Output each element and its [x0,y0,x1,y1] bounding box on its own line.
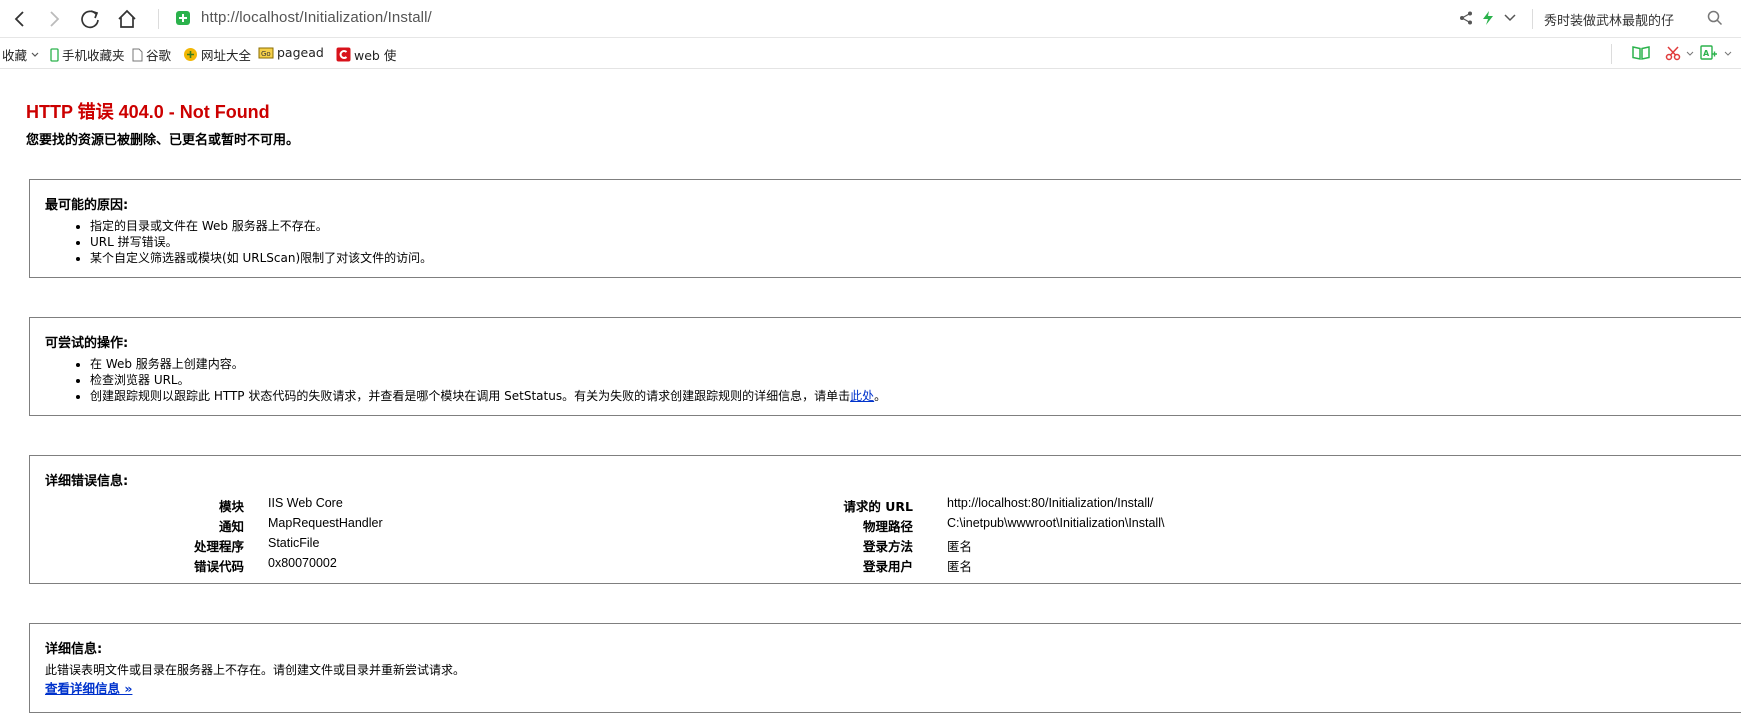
causes-list: 指定的目录或文件在 Web 服务器上不存在。 URL 拼写错误。 某个自定义筛选… [90,218,432,266]
list-item: 指定的目录或文件在 Web 服务器上不存在。 [90,218,432,234]
details-box: 详细错误信息: 模块 IIS Web Core 通知 MapRequestHan… [29,455,1741,584]
detail-row-handler: 处理程序 StaticFile [154,536,319,555]
actions-box: 可尝试的操作: 在 Web 服务器上创建内容。 检查浏览器 URL。 创建跟踪规… [29,317,1741,416]
detail-value: StaticFile [268,536,320,550]
address-bar: http://localhost/Initialization/Install/… [0,0,1741,38]
bookmark-label: 网址大全 [201,48,252,63]
url-input[interactable]: http://localhost/Initialization/Install/ [201,9,432,26]
list-item: 检查浏览器 URL。 [90,372,886,388]
page-icon [132,48,143,61]
chevron-down-icon[interactable] [1503,10,1517,26]
chevron-down-icon[interactable] [1724,51,1732,57]
lightning-icon[interactable] [1481,10,1495,26]
translate-icon[interactable]: A [1700,45,1718,63]
actions-heading: 可尝试的操作: [45,336,129,351]
home-button[interactable] [115,7,139,31]
c-logo-icon [336,47,351,62]
bookmark-favorites[interactable]: 收藏 [2,45,40,64]
detail-label: 物理路径 [862,519,913,534]
detail-label: 登录用户 [862,559,913,574]
chevron-down-icon[interactable] [1686,51,1694,57]
bookmark-label: 谷歌 [146,48,172,63]
reading-mode-icon[interactable] [1632,45,1650,61]
detail-row-module: 模块 IIS Web Core [154,496,343,515]
detail-label: 错误代码 [193,559,244,574]
here-link[interactable]: 此处 [850,389,874,403]
bookmark-pagead[interactable]: Go pagead [258,45,324,60]
globe-icon [184,48,197,61]
list-item: 某个自定义筛选器或模块(如 URLScan)限制了对该文件的访问。 [90,250,432,266]
causes-box: 最可能的原因: 指定的目录或文件在 Web 服务器上不存在。 URL 拼写错误。… [29,179,1741,278]
detail-value: 匿名 [947,560,973,574]
security-shield-icon [176,11,190,25]
details-heading: 详细错误信息: [45,474,129,489]
reload-icon [81,10,99,29]
detail-row-logon-user: 登录用户 匿名 [803,556,972,575]
list-item: 创建跟踪规则以跟踪此 HTTP 状态代码的失败请求，并查看是哪个模块在调用 Se… [90,388,886,404]
reload-button[interactable] [78,7,102,31]
list-item-text: 创建跟踪规则以跟踪此 HTTP 状态代码的失败请求，并查看是哪个模块在调用 Se… [90,389,851,403]
detail-value: MapRequestHandler [268,516,383,530]
detail-value: 0x80070002 [268,556,337,570]
bookmark-label: 手机收藏夹 [62,48,125,63]
detail-label: 处理程序 [193,539,244,554]
detail-row-physical-path: 物理路径 C:\inetpub\wwwroot\Initialization\I… [803,516,1164,535]
toolbar-divider [1611,44,1612,64]
ad-icon: Go [258,47,274,58]
page-subtitle: 您要找的资源已被删除、已更名或暂时不可用。 [26,133,300,148]
bookmark-label: web 使 [354,48,397,63]
svg-text:A: A [1703,49,1710,58]
screenshot-scissors-icon[interactable] [1665,45,1681,61]
search-input[interactable]: 秀时装做武林最靓的仔 [1544,10,1674,29]
view-more-info-link[interactable]: 查看详细信息 » [45,678,132,697]
causes-heading: 最可能的原因: [45,198,129,213]
detail-row-requested-url: 请求的 URL http://localhost:80/Initializati… [803,496,1153,515]
list-item: 在 Web 服务器上创建内容。 [90,356,886,372]
back-button[interactable] [8,7,32,31]
bookmark-label: 收藏 [2,48,28,63]
detail-value: 匿名 [947,540,973,554]
page-title: HTTP 错误 404.0 - Not Found [26,102,270,122]
detail-value: IIS Web Core [268,496,343,510]
bookmark-web[interactable]: web 使 [336,45,396,64]
detail-label: 登录方法 [862,539,913,554]
detail-row-notification: 通知 MapRequestHandler [154,516,383,535]
toolbar-divider [1532,9,1533,29]
svg-text:Go: Go [261,50,271,58]
forward-button[interactable] [42,7,66,31]
page-content: HTTP 错误 404.0 - Not Found 您要找的资源已被删除、已更名… [0,70,1741,718]
toolbar-divider [158,9,159,29]
more-info-text: 此错误表明文件或目录在服务器上不存在。请创建文件或目录并重新尝试请求。 [45,663,466,677]
detail-value: C:\inetpub\wwwroot\Initialization\Instal… [947,516,1165,530]
chevron-right-icon [50,11,60,27]
chevron-left-icon [14,11,24,27]
bookmark-mobile-favorites[interactable]: 手机收藏夹 [50,45,125,64]
actions-list: 在 Web 服务器上创建内容。 检查浏览器 URL。 创建跟踪规则以跟踪此 HT… [90,356,886,404]
detail-label: 通知 [218,519,244,534]
list-item-text: 。 [874,389,887,403]
detail-value: http://localhost:80/Initialization/Insta… [947,496,1154,510]
more-info-heading: 详细信息: [45,642,103,657]
phone-icon [50,47,59,62]
share-icon[interactable] [1458,10,1474,26]
detail-row-logon-method: 登录方法 匿名 [803,536,972,555]
detail-label: 模块 [218,499,244,514]
more-info-box: 详细信息: 此错误表明文件或目录在服务器上不存在。请创建文件或目录并重新尝试请求… [29,623,1741,713]
bookmarks-bar: 收藏 手机收藏夹 谷歌 网址大全 Go pagead web 使 A [0,39,1741,69]
home-icon [118,9,136,28]
detail-label: 请求的 URL [843,499,913,514]
search-icon[interactable] [1707,10,1723,26]
bookmark-google[interactable]: 谷歌 [132,45,171,64]
bookmark-url-directory[interactable]: 网址大全 [183,45,251,64]
bookmark-label: pagead [277,45,324,60]
detail-row-error-code: 错误代码 0x80070002 [154,556,337,575]
list-item: URL 拼写错误。 [90,234,432,250]
chevron-down-icon [31,52,39,57]
